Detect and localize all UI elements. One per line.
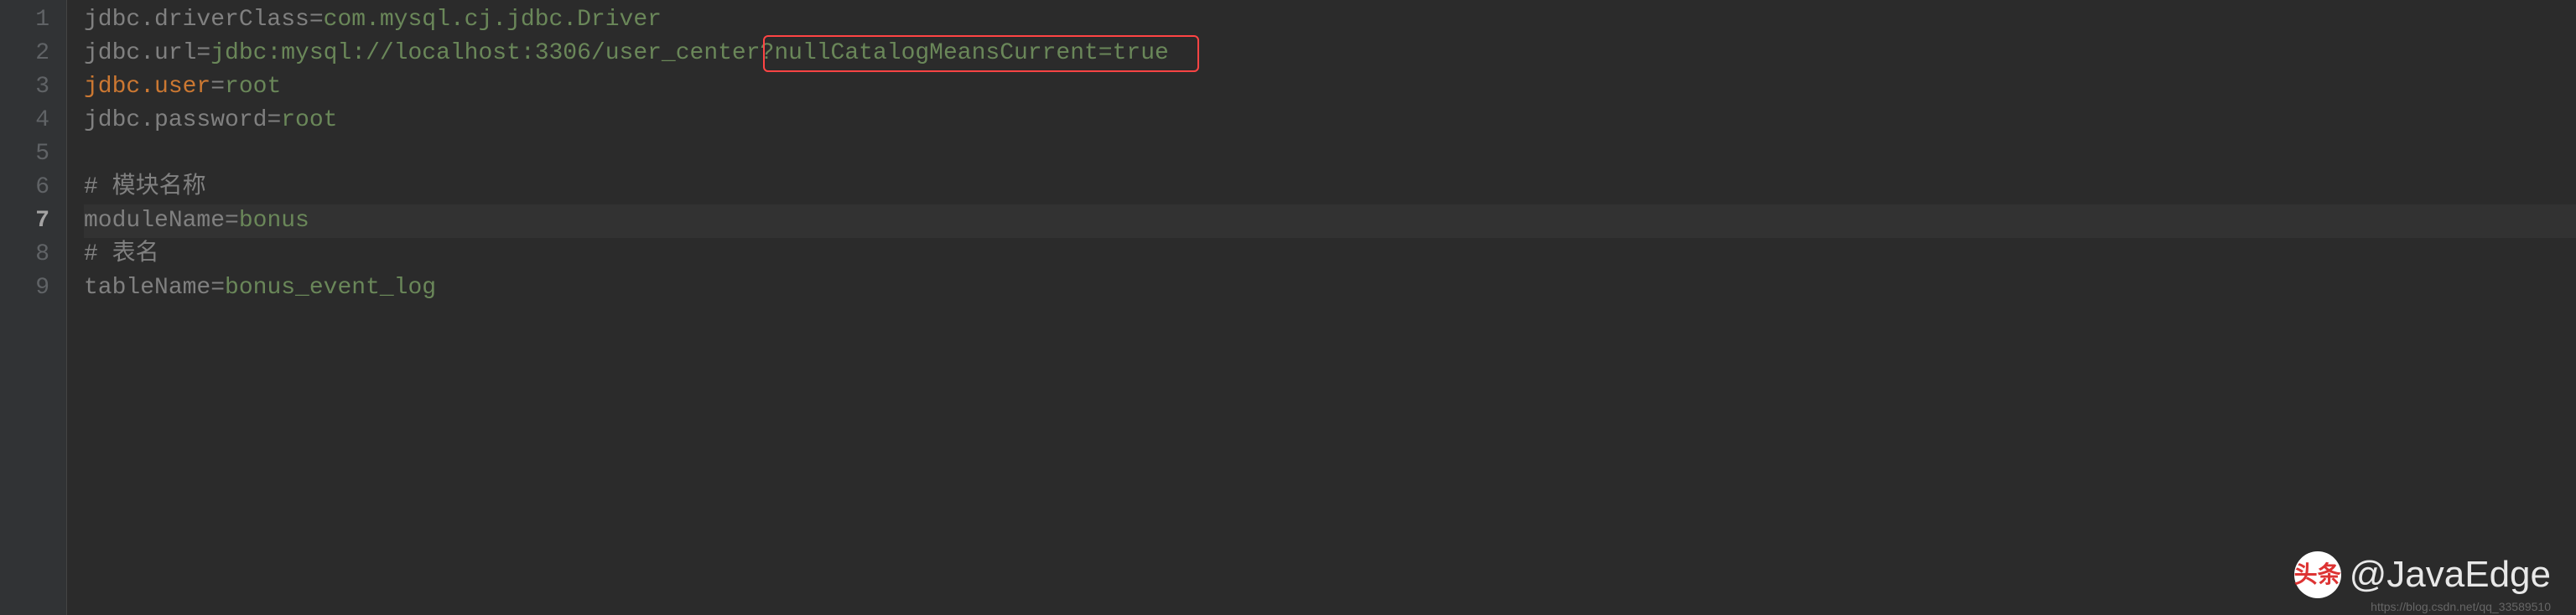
code-line-3[interactable]: jdbc.user=root <box>84 70 2576 104</box>
equals-sign: = <box>267 107 281 133</box>
equals-sign: = <box>225 208 239 234</box>
property-key: jdbc.url <box>84 40 196 66</box>
property-key: tableName <box>84 275 210 301</box>
code-area[interactable]: jdbc.driverClass=com.mysql.cj.jdbc.Drive… <box>67 0 2576 615</box>
code-line-7[interactable]: moduleName=bonus <box>84 204 2576 238</box>
line-number: 3 <box>8 70 49 104</box>
code-line-2[interactable]: jdbc.url=jdbc:mysql://localhost:3306/use… <box>84 37 2576 70</box>
comment: # 模块名称 <box>84 174 206 200</box>
watermark: 头条 @JavaEdge <box>2294 551 2551 598</box>
logo-text: 头条 <box>2294 564 2341 585</box>
code-line-9[interactable]: tableName=bonus_event_log <box>84 271 2576 305</box>
property-key: jdbc.password <box>84 107 267 133</box>
code-line-6[interactable]: # 模块名称 <box>84 171 2576 204</box>
code-line-5[interactable] <box>84 137 2576 171</box>
equals-sign: = <box>196 40 210 66</box>
comment: # 表名 <box>84 241 159 267</box>
property-value: bonus_event_log <box>225 275 436 301</box>
property-key: jdbc.user <box>84 74 210 100</box>
code-line-1[interactable]: jdbc.driverClass=com.mysql.cj.jdbc.Drive… <box>84 3 2576 37</box>
property-key: moduleName <box>84 208 225 234</box>
line-number: 8 <box>8 238 49 271</box>
property-value: root <box>225 74 281 100</box>
toutiao-logo-icon: 头条 <box>2294 551 2341 598</box>
equals-sign: = <box>309 7 324 33</box>
code-line-4[interactable]: jdbc.password=root <box>84 104 2576 137</box>
line-number-current: 7 <box>8 204 49 238</box>
property-value: bonus <box>239 208 309 234</box>
property-value: com.mysql.cj.jdbc.Driver <box>324 7 662 33</box>
line-number: 1 <box>8 3 49 37</box>
property-key: jdbc.driverClass <box>84 7 309 33</box>
property-value: root <box>281 107 337 133</box>
code-editor[interactable]: 1 2 3 4 5 6 7 8 9 jdbc.driverClass=com.m… <box>0 0 2576 615</box>
line-number: 4 <box>8 104 49 137</box>
line-number: 6 <box>8 171 49 204</box>
line-number-gutter: 1 2 3 4 5 6 7 8 9 <box>0 0 67 615</box>
line-number: 5 <box>8 137 49 171</box>
watermark-text: @JavaEdge <box>2350 554 2551 596</box>
equals-sign: = <box>210 74 225 100</box>
watermark-url: https://blog.csdn.net/qq_33589510 <box>2371 600 2551 613</box>
code-line-8[interactable]: # 表名 <box>84 238 2576 271</box>
equals-sign: = <box>210 275 225 301</box>
line-number: 2 <box>8 37 49 70</box>
line-number: 9 <box>8 271 49 305</box>
property-value: jdbc:mysql://localhost:3306/user_center?… <box>210 40 1169 66</box>
